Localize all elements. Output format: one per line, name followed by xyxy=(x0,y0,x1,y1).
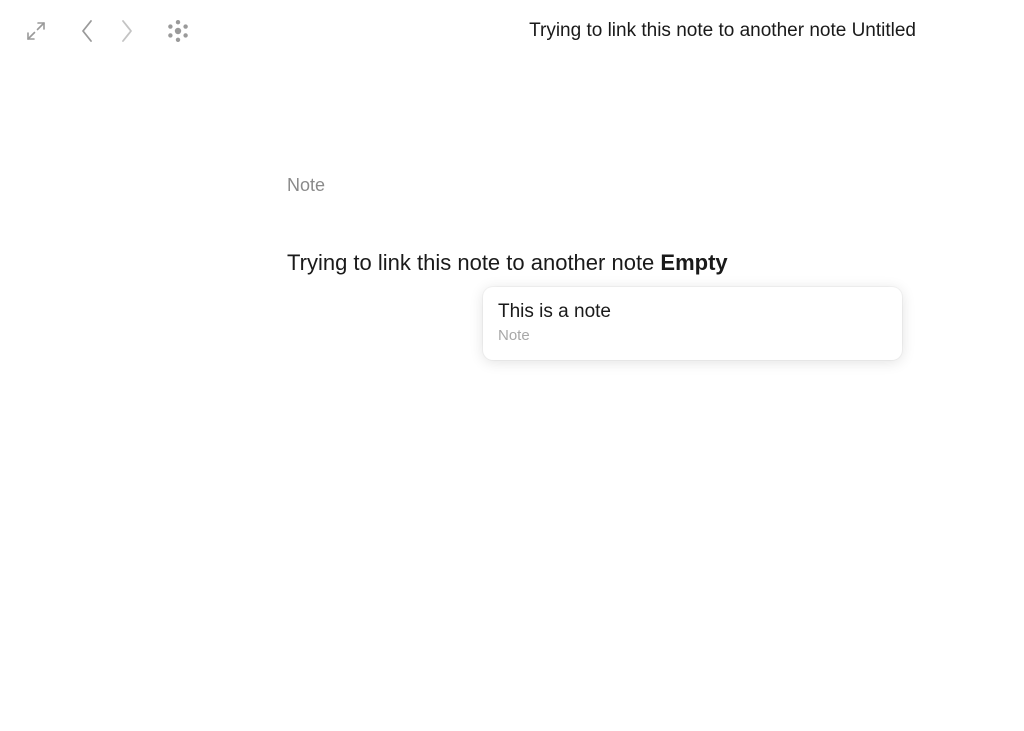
note-type-label: Note xyxy=(287,175,326,195)
chevron-left-icon xyxy=(78,18,96,44)
link-suggestion-popover[interactable]: This is a note Note xyxy=(483,287,902,360)
window-title: Trying to link this note to another note… xyxy=(529,20,916,41)
expand-arrows-icon xyxy=(25,20,47,42)
note-body-text: Trying to link this note to another note xyxy=(287,250,655,275)
expand-button[interactable] xyxy=(22,17,50,45)
note-body[interactable]: Trying to link this note to another note… xyxy=(287,250,728,276)
graph-button[interactable] xyxy=(164,17,192,45)
toolbar: Trying to link this note to another note… xyxy=(0,0,1024,62)
chevron-right-icon xyxy=(118,18,136,44)
suggestion-title: This is a note xyxy=(498,301,611,322)
note-window: Trying to link this note to another note… xyxy=(0,0,1024,731)
back-button[interactable] xyxy=(73,17,101,45)
forward-button[interactable] xyxy=(113,17,141,45)
suggestion-type: Note xyxy=(498,327,530,344)
note-link[interactable]: Empty xyxy=(660,250,727,275)
graph-dots-icon xyxy=(166,19,190,43)
